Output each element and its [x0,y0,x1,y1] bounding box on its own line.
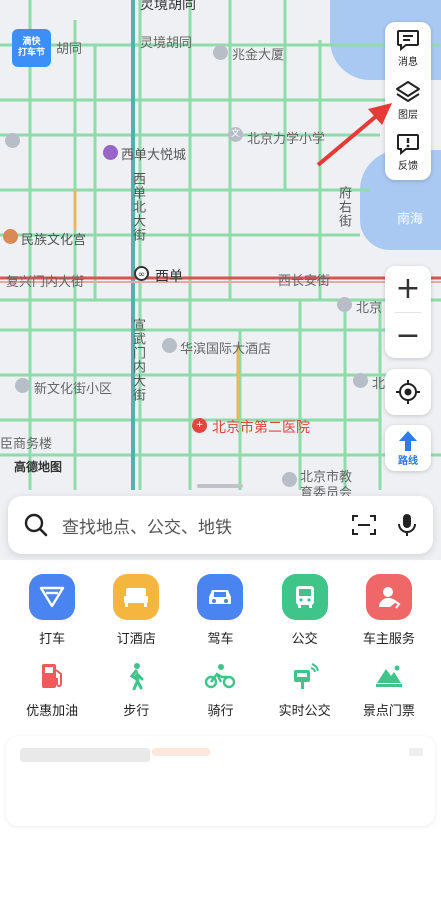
poi-icon [353,373,368,388]
route-label: 路线 [398,455,418,467]
zoom-out-button[interactable]: − [385,313,431,359]
map-label-hutong-left: 胡同 [56,42,83,57]
service-hotel[interactable]: 订酒店 [96,574,176,647]
map-label-second-hospital: 北京市第二医院 [212,420,310,436]
walk-icon [121,660,151,692]
service-bus-label: 公交 [291,632,318,647]
map-label-commerce-bldg: 臣商务楼 [0,437,53,452]
map-label-xidan-north-street: 西单北大街 [130,172,145,242]
map-label-xuanwumen-inner-street: 宣武门内大街 [130,318,145,402]
service-bike-label: 骑行 [207,704,234,719]
service-taxi-label: 打车 [39,632,66,647]
service-car-owner-label: 车主服务 [362,632,415,647]
map-label-zhaojin-building: 兆金大厦 [232,48,285,63]
recommendation-card[interactable] [6,736,435,826]
service-car-owner[interactable]: 车主服务 [349,574,429,647]
layers-label: 图层 [398,109,418,121]
service-taxi[interactable]: 打车 [12,574,92,647]
service-bike[interactable]: 骑行 [180,660,260,719]
service-realtime-bus-label: 实时公交 [278,704,331,719]
map-label-huabin-hotel: 华滨国际大酒店 [180,342,272,357]
map-label-fuxingmen-inner-street: 复兴门内大街 [6,275,85,290]
zoom-in-button[interactable]: + [385,266,431,312]
service-realtime-bus[interactable]: 实时公交 [265,660,345,719]
map-label-nanhai: 南海 [397,212,424,227]
route-button[interactable]: 路线 [385,425,431,471]
map-label-minzu-palace: 民族文化宫 [21,233,87,248]
microphone-icon[interactable] [397,512,417,538]
car-icon [197,574,244,620]
hospital-poi-icon: + [192,418,207,433]
fuel-icon [37,660,67,692]
service-walk-label: 步行 [123,704,150,719]
taxi-icon [29,574,76,620]
gaode-map-logo: 高德地图 [14,460,63,474]
map-label-fuyou-street: 府右街 [336,186,351,228]
search-placeholder: 查找地点、公交、地铁 [62,517,232,538]
messages-label: 消息 [398,56,418,68]
service-scenic-ticket-label: 景点门票 [362,704,415,719]
service-scenic-ticket[interactable]: 景点门票 [349,660,429,719]
bus-icon [281,574,328,620]
messages-button[interactable]: 消息 [385,22,431,74]
feedback-label: 反馈 [398,160,418,172]
subway-station-icon: ∞ [134,266,149,281]
service-drive-label: 驾车 [207,632,234,647]
bike-icon [205,660,236,692]
search-bar[interactable]: 查找地点、公交、地铁 [8,496,433,554]
locate-button[interactable] [385,369,431,415]
museum-poi-icon [3,229,18,244]
scenic-ticket-icon [374,660,404,692]
map-label-beijing-right: 北京 [356,301,383,316]
hotel-bed-icon [113,574,160,620]
poi-icon: 文 [228,127,243,142]
map-label-xichangan-street: 西长安街 [278,274,331,289]
promo-badge[interactable]: 滴快 打车节 [12,29,51,67]
poi-icon [282,472,297,487]
locate-icon [396,380,420,404]
service-bus[interactable]: 公交 [265,574,345,647]
promo-badge-line1: 滴快 [22,37,41,47]
drag-handle[interactable] [197,484,243,488]
map-label-xinwenhua-community: 新文化街小区 [34,382,113,397]
services-row-2: 优惠加油 步行 骑行 实时公交 景点门票 [0,660,441,719]
map-label-linjing-hutong-top: 灵境胡同 [140,0,196,13]
route-arrow-icon [399,430,417,451]
service-fuel[interactable]: 优惠加油 [12,660,92,719]
annotation-arrow-icon [316,103,392,167]
shopping-poi-icon [103,145,118,160]
realtime-bus-icon [290,660,320,692]
message-icon [397,29,419,51]
poi-icon [337,297,352,312]
promo-badge-line2: 打车节 [17,48,45,58]
map-label-xidan-joy-city: 西单大悦城 [121,148,187,163]
scan-icon[interactable] [351,513,377,537]
service-drive[interactable]: 驾车 [180,574,260,647]
service-walk[interactable]: 步行 [96,660,176,719]
card-more-placeholder [409,748,423,756]
services-row-1: 打车 订酒店 驾车 公交 车主服务 [0,574,441,647]
hotel-poi-icon [162,338,177,353]
zoom-controls: + − [385,266,431,358]
card-title-placeholder [20,748,150,762]
map-label-xidan-station: 西单 [155,269,183,285]
service-fuel-label: 优惠加油 [26,704,79,719]
map-label-north-right: 北 [372,377,386,392]
poi-icon [213,45,228,60]
car-owner-icon [365,574,412,620]
service-hotel-label: 订酒店 [116,632,156,647]
card-tag-placeholder [152,748,210,756]
poi-icon [5,133,20,148]
search-icon [24,513,48,537]
map-label-linjing-hutong: 灵境胡同 [140,36,193,51]
map-view[interactable]: 灵境胡同 胡同 灵境胡同 兆金大厦 文 北京力学小学 西单大悦城 府右街 西单北… [0,0,441,560]
poi-icon [15,378,30,393]
